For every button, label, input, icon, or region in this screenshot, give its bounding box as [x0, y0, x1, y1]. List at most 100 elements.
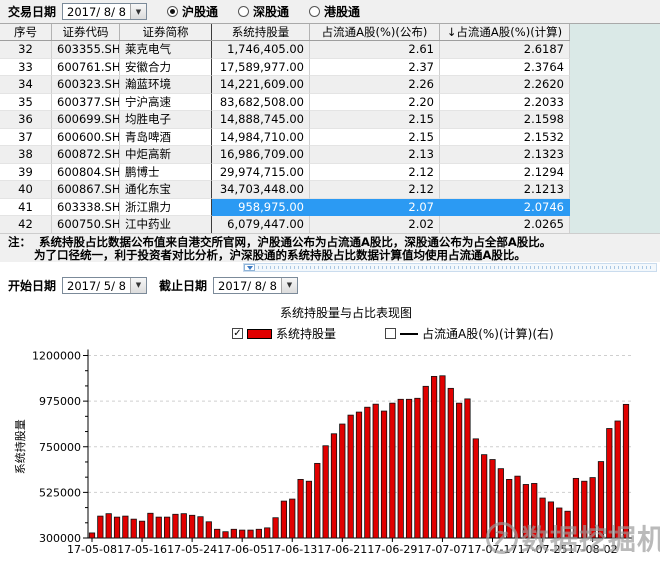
- table-row[interactable]: 38 600872.SH 中炬高新 16,986,709.00 2.13 2.1323: [0, 146, 660, 164]
- table-cell[interactable]: 39: [0, 163, 52, 181]
- table-cell[interactable]: 17,589,977.00: [212, 58, 310, 76]
- market-radio-1[interactable]: 深股通: [238, 3, 289, 20]
- table-cell[interactable]: 2.61: [310, 41, 440, 59]
- table-cell[interactable]: 2.26: [310, 76, 440, 94]
- chevron-down-icon[interactable]: ▼: [280, 277, 297, 293]
- table-cell[interactable]: 40: [0, 181, 52, 199]
- table-row[interactable]: 40 600867.SH 通化东宝 34,703,448.00 2.12 2.1213: [0, 181, 660, 199]
- table-cell[interactable]: 2.15: [310, 128, 440, 146]
- table-cell[interactable]: 600867.SH: [52, 181, 120, 199]
- y-tick-label: 750000: [39, 441, 81, 454]
- table-cell[interactable]: 2.0746: [440, 198, 570, 216]
- bar: [105, 513, 112, 539]
- table-cell[interactable]: 2.13: [310, 146, 440, 164]
- table-cell[interactable]: 33: [0, 58, 52, 76]
- table-row[interactable]: 33 600761.SH 安徽合力 17,589,977.00 2.37 2.3764: [0, 58, 660, 76]
- table-cell[interactable]: 2.0265: [440, 216, 570, 233]
- table-cell[interactable]: 2.2033: [440, 93, 570, 111]
- table-cell[interactable]: 均胜电子: [120, 111, 212, 129]
- table-cell[interactable]: 江中药业: [120, 216, 212, 233]
- table-cell[interactable]: 莱克电气: [120, 41, 212, 59]
- table-cell[interactable]: 2.1598: [440, 111, 570, 129]
- table-cell[interactable]: 2.12: [310, 181, 440, 199]
- table-cell[interactable]: 2.15: [310, 111, 440, 129]
- table-row[interactable]: 39 600804.SH 鹏博士 29,974,715.00 2.12 2.1294: [0, 163, 660, 181]
- table-cell[interactable]: 安徽合力: [120, 58, 212, 76]
- bar: [88, 532, 96, 539]
- table-cell[interactable]: 中炬高新: [120, 146, 212, 164]
- table-cell[interactable]: 2.07: [310, 198, 440, 216]
- table-cell[interactable]: 600377.SH: [52, 93, 120, 111]
- market-radio-0[interactable]: 沪股通: [166, 3, 218, 20]
- table-cell[interactable]: 600872.SH: [52, 146, 120, 164]
- table-cell[interactable]: 青岛啤酒: [120, 128, 212, 146]
- table-cell[interactable]: 14,888,745.00: [212, 111, 310, 129]
- table-cell[interactable]: 14,984,710.00: [212, 128, 310, 146]
- table-cell[interactable]: 36: [0, 111, 52, 129]
- table-cell[interactable]: 2.2620: [440, 76, 570, 94]
- table-cell[interactable]: 2.20: [310, 93, 440, 111]
- table-cell[interactable]: 600699.SH: [52, 111, 120, 129]
- table-cell[interactable]: 600761.SH: [52, 58, 120, 76]
- table-cell[interactable]: 600600.SH: [52, 128, 120, 146]
- table-cell[interactable]: 2.1294: [440, 163, 570, 181]
- table-cell[interactable]: 通化东宝: [120, 181, 212, 199]
- column-header-3[interactable]: 系统持股量: [212, 24, 310, 40]
- table-cell[interactable]: 32: [0, 41, 52, 59]
- table-cell[interactable]: 2.6187: [440, 41, 570, 59]
- table-cell[interactable]: 2.1323: [440, 146, 570, 164]
- table-cell[interactable]: 29,974,715.00: [212, 163, 310, 181]
- table-cell[interactable]: 83,682,508.00: [212, 93, 310, 111]
- table-cell[interactable]: 2.02: [310, 216, 440, 233]
- table-cell[interactable]: 38: [0, 146, 52, 164]
- end-date-combobox[interactable]: 2017/ 8/ 8 ▼: [213, 276, 298, 294]
- chevron-down-icon[interactable]: ▼: [129, 4, 146, 19]
- table-row[interactable]: 35 600377.SH 宁沪高速 83,682,508.00 2.20 2.2033: [0, 93, 660, 111]
- column-header-4[interactable]: 占流通A股(%)(公布): [310, 24, 440, 40]
- table-cell[interactable]: 2.12: [310, 163, 440, 181]
- chevron-down-icon[interactable]: ▼: [129, 277, 146, 293]
- table-cell[interactable]: 37: [0, 128, 52, 146]
- table-row[interactable]: 36 600699.SH 均胜电子 14,888,745.00 2.15 2.1598: [0, 111, 660, 129]
- table-row[interactable]: 34 600323.SH 瀚蓝环境 14,221,609.00 2.26 2.2620: [0, 76, 660, 94]
- column-header-1[interactable]: 证券代码: [52, 24, 120, 40]
- table-cell[interactable]: 600804.SH: [52, 163, 120, 181]
- table-cell[interactable]: 34,703,448.00: [212, 181, 310, 199]
- table-cell[interactable]: 6,079,447.00: [212, 216, 310, 233]
- table-cell[interactable]: 鹏博士: [120, 163, 212, 181]
- table-cell[interactable]: 瀚蓝环境: [120, 76, 212, 94]
- scrollbar-track[interactable]: [258, 266, 653, 269]
- table-cell[interactable]: 16,986,709.00: [212, 146, 310, 164]
- table-cell[interactable]: 1,746,405.00: [212, 41, 310, 59]
- table-cell[interactable]: 603338.SH: [52, 198, 120, 216]
- radio-label: 沪股通: [181, 5, 218, 19]
- column-header-5[interactable]: ↓占流通A股(%)(计算): [440, 24, 570, 40]
- horizontal-scrollbar[interactable]: [243, 263, 657, 272]
- market-radio-2[interactable]: 港股通: [309, 3, 360, 20]
- table-cell[interactable]: 14,221,609.00: [212, 76, 310, 94]
- table-row[interactable]: 37 600600.SH 青岛啤酒 14,984,710.00 2.15 2.1532: [0, 128, 660, 146]
- table-cell[interactable]: 600323.SH: [52, 76, 120, 94]
- table-cell[interactable]: 2.1213: [440, 181, 570, 199]
- table-row[interactable]: 42 600750.SH 江中药业 6,079,447.00 2.02 2.0265: [0, 216, 660, 233]
- table-cell[interactable]: 42: [0, 216, 52, 233]
- table-cell[interactable]: 600750.SH: [52, 216, 120, 233]
- column-header-2[interactable]: 证券简称: [120, 24, 212, 40]
- table-row[interactable]: 41 603338.SH 浙江鼎力 958,975.00 2.07 2.0746: [0, 198, 660, 216]
- table-cell[interactable]: 浙江鼎力: [120, 198, 212, 216]
- scrollbar-thumb[interactable]: [244, 264, 255, 271]
- table-cell[interactable]: 2.37: [310, 58, 440, 76]
- column-header-0[interactable]: 序号: [0, 24, 52, 40]
- table-cell[interactable]: 958,975.00: [212, 198, 310, 216]
- table-cell[interactable]: 34: [0, 76, 52, 94]
- table-row[interactable]: 32 603355.SH 莱克电气 1,746,405.00 2.61 2.6187: [0, 41, 660, 59]
- table-cell[interactable]: 41: [0, 198, 52, 216]
- table-cell[interactable]: 2.1532: [440, 128, 570, 146]
- table-cell[interactable]: 2.3764: [440, 58, 570, 76]
- trade-date-combobox[interactable]: 2017/ 8/ 8 ▼: [62, 3, 147, 20]
- table-cell[interactable]: 35: [0, 93, 52, 111]
- table-cell[interactable]: 宁沪高速: [120, 93, 212, 111]
- start-date-combobox[interactable]: 2017/ 5/ 8 ▼: [62, 276, 147, 294]
- table-cell[interactable]: 603355.SH: [52, 41, 120, 59]
- bar: [239, 529, 246, 539]
